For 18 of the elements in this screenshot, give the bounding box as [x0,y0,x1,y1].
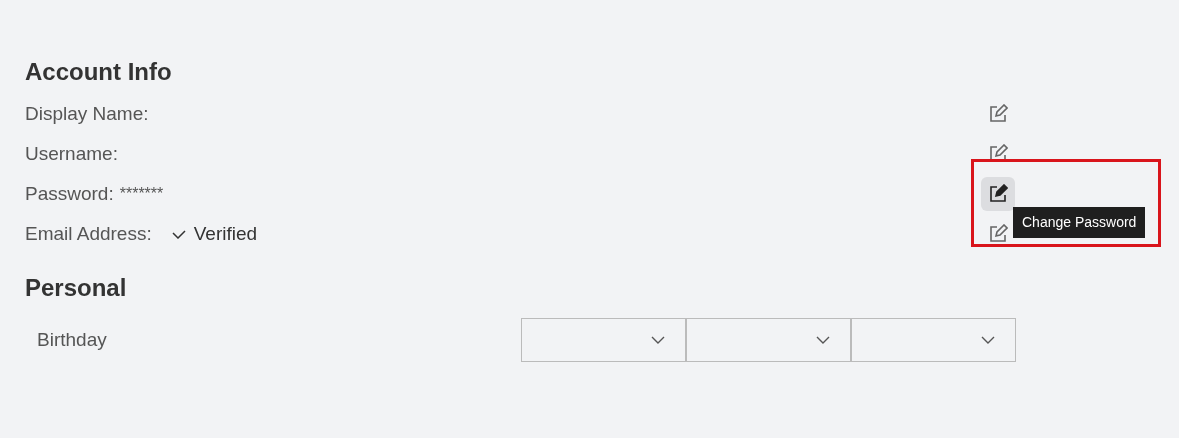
edit-button[interactable] [981,177,1015,211]
chevron-down-icon [651,336,665,344]
edit-icon [988,224,1008,244]
tooltip: Change Password [1013,207,1146,238]
edit-icon [988,104,1008,124]
chevron-down-icon [981,336,995,344]
section-title: Personal [25,273,128,303]
field-value: ******* [119,184,164,204]
chevron-down-icon [816,336,830,344]
verified-status: Verified [193,221,258,246]
field-label: Display Name: [25,101,149,126]
field-label: Birthday [37,327,108,352]
field-label: Email Address: [25,221,152,246]
field-label: Password: [25,181,114,206]
field-label: Username: [25,141,118,166]
edit-icon [988,184,1008,204]
checkmark-icon [171,229,186,239]
section-title: Account Info [25,57,173,87]
